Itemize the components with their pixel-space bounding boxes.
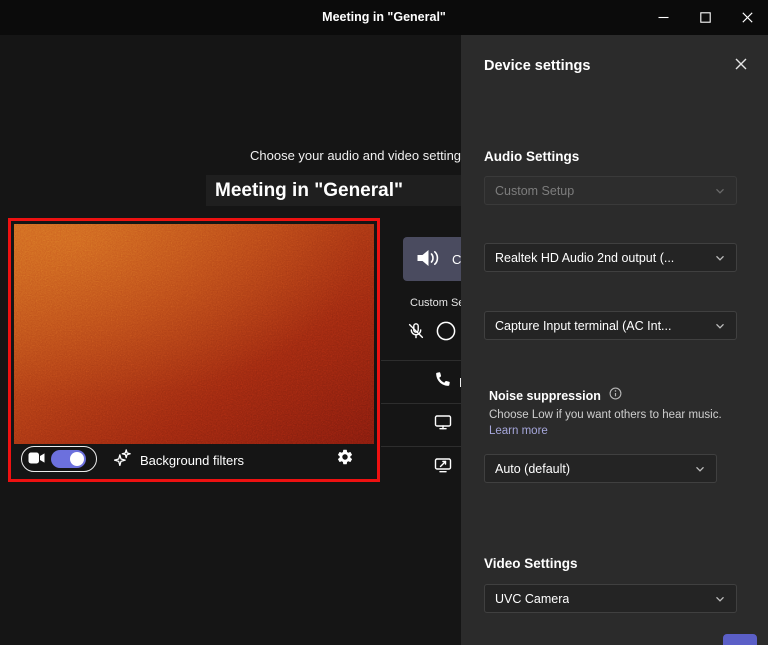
computer-audio-speaker-icon xyxy=(415,247,442,272)
screen-off-icon xyxy=(434,457,452,478)
phone-icon xyxy=(434,371,451,393)
noise-suppression-label: Noise suppression xyxy=(489,389,601,403)
learn-more-link[interactable]: Learn more xyxy=(489,425,548,437)
camera-toggle[interactable] xyxy=(21,446,97,472)
device-settings-gear-button[interactable] xyxy=(336,448,354,469)
divider xyxy=(381,446,461,447)
chevron-down-icon xyxy=(714,252,726,264)
divider xyxy=(381,403,461,404)
speaker-dropdown[interactable]: Realtek HD Audio 2nd output (... xyxy=(484,243,737,272)
maximize-icon xyxy=(700,12,711,23)
microphone-dropdown[interactable]: Capture Input terminal (AC Int... xyxy=(484,311,737,340)
chevron-down-icon xyxy=(714,320,726,332)
info-icon[interactable] xyxy=(609,387,622,405)
background-filters-label: Background filters xyxy=(140,453,244,468)
camera-dropdown[interactable]: UVC Camera xyxy=(484,584,737,613)
video-controls-bar: Background filters xyxy=(14,444,374,476)
minimize-icon xyxy=(658,12,669,23)
camera-preview xyxy=(14,224,374,444)
partial-accent-button[interactable] xyxy=(723,634,757,645)
audio-settings-title: Audio Settings xyxy=(484,149,579,164)
noise-suppression-description: Choose Low if you want others to hear mu… xyxy=(489,407,727,439)
noise-suppression-value: Auto (default) xyxy=(495,462,570,476)
teams-prejoin-window: Meeting in "General" Choose your audio a… xyxy=(0,0,768,645)
camera-switch-knob xyxy=(70,452,84,466)
mic-off-icon[interactable] xyxy=(407,322,425,345)
window-controls xyxy=(642,0,768,35)
noise-suppression-desc-text: Choose Low if you want others to hear mu… xyxy=(489,409,722,421)
noise-suppression-row: Noise suppression xyxy=(489,387,622,405)
prejoin-subtitle: Choose your audio and video settings for xyxy=(250,148,486,163)
close-icon xyxy=(742,12,753,23)
gear-icon xyxy=(336,454,354,469)
panel-title: Device settings xyxy=(484,58,590,74)
camera-switch-track[interactable] xyxy=(51,450,86,468)
video-settings-title: Video Settings xyxy=(484,556,578,571)
maximize-button[interactable] xyxy=(684,0,726,35)
speaker-value: Realtek HD Audio 2nd output (... xyxy=(495,251,674,265)
close-button[interactable] xyxy=(726,0,768,35)
mic-volume-row xyxy=(407,321,456,346)
audio-devices-value: Custom Setup xyxy=(495,184,574,198)
chevron-down-icon xyxy=(694,463,706,475)
microphone-value: Capture Input terminal (AC Int... xyxy=(495,319,671,333)
device-settings-panel: Device settings Audio Settings Audio dev… xyxy=(461,35,768,645)
meeting-heading: Meeting in "General" xyxy=(206,175,498,206)
volume-slider-knob[interactable] xyxy=(436,321,456,346)
panel-close-button[interactable] xyxy=(734,57,748,74)
camera-icon xyxy=(28,452,45,467)
titlebar: Meeting in "General" xyxy=(0,0,768,35)
chevron-down-icon xyxy=(714,185,726,197)
meeting-heading-bar: Meeting in "General" xyxy=(206,175,498,206)
sparkle-icon xyxy=(114,449,131,471)
divider xyxy=(381,360,461,361)
camera-noise-texture xyxy=(14,224,374,444)
minimize-button[interactable] xyxy=(642,0,684,35)
close-icon xyxy=(734,57,748,71)
room-audio-icon xyxy=(434,414,452,435)
noise-suppression-dropdown[interactable]: Auto (default) xyxy=(484,454,717,483)
background-filters-button[interactable]: Background filters xyxy=(114,449,244,471)
audio-devices-dropdown: Custom Setup xyxy=(484,176,737,205)
chevron-down-icon xyxy=(714,593,726,605)
camera-value: UVC Camera xyxy=(495,592,569,606)
